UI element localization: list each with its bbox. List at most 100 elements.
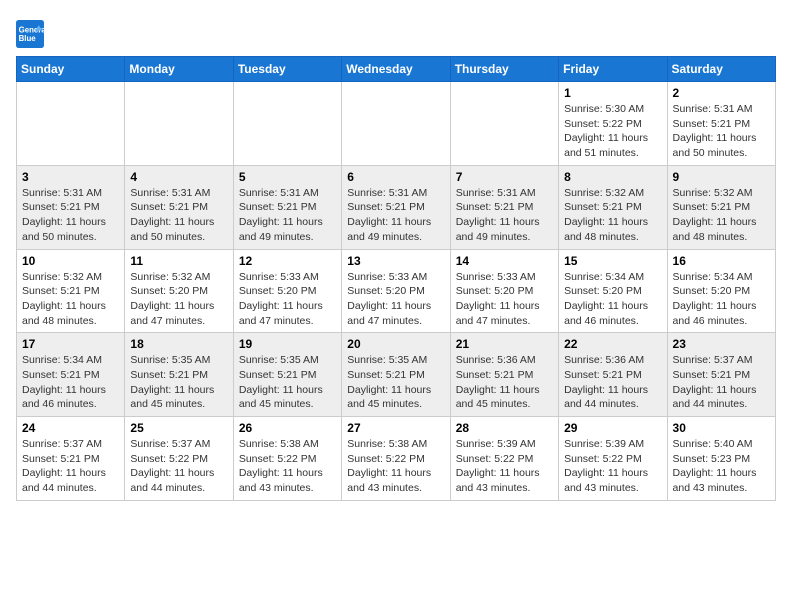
day-number: 12: [239, 254, 336, 268]
day-info: Sunrise: 5:31 AM Sunset: 5:21 PM Dayligh…: [456, 186, 553, 245]
calendar-cell: 2 Sunrise: 5:31 AM Sunset: 5:21 PM Daylig…: [667, 82, 775, 166]
column-header-saturday: Saturday: [667, 57, 775, 82]
calendar-cell: 1 Sunrise: 5:30 AM Sunset: 5:22 PM Daylig…: [559, 82, 667, 166]
day-number: 9: [673, 170, 770, 184]
calendar-cell: 7 Sunrise: 5:31 AM Sunset: 5:21 PM Daylig…: [450, 165, 558, 249]
day-number: 25: [130, 421, 227, 435]
day-info: Sunrise: 5:30 AM Sunset: 5:22 PM Dayligh…: [564, 102, 661, 161]
day-number: 22: [564, 337, 661, 351]
day-info: Sunrise: 5:38 AM Sunset: 5:22 PM Dayligh…: [347, 437, 444, 496]
day-info: Sunrise: 5:33 AM Sunset: 5:20 PM Dayligh…: [239, 270, 336, 329]
day-number: 23: [673, 337, 770, 351]
day-info: Sunrise: 5:38 AM Sunset: 5:22 PM Dayligh…: [239, 437, 336, 496]
calendar-cell: 25 Sunrise: 5:37 AM Sunset: 5:22 PM Dayli…: [125, 417, 233, 501]
day-info: Sunrise: 5:39 AM Sunset: 5:22 PM Dayligh…: [564, 437, 661, 496]
calendar-cell: 21 Sunrise: 5:36 AM Sunset: 5:21 PM Dayli…: [450, 333, 558, 417]
calendar-cell: 8Sunrise: 5:32 AM Sunset: 5:21 PM Daylig…: [559, 165, 667, 249]
day-number: 24: [22, 421, 119, 435]
calendar-cell: 22 Sunrise: 5:36 AM Sunset: 5:21 PM Dayli…: [559, 333, 667, 417]
calendar-cell: 26Sunrise: 5:38 AM Sunset: 5:22 PM Dayli…: [233, 417, 341, 501]
calendar-week-row: 17Sunrise: 5:34 AM Sunset: 5:21 PM Dayli…: [17, 333, 776, 417]
day-number: 7: [456, 170, 553, 184]
calendar-cell: 23 Sunrise: 5:37 AM Sunset: 5:21 PM Dayli…: [667, 333, 775, 417]
calendar-cell: 15 Sunrise: 5:34 AM Sunset: 5:20 PM Dayli…: [559, 249, 667, 333]
calendar-week-row: 24Sunrise: 5:37 AM Sunset: 5:21 PM Dayli…: [17, 417, 776, 501]
day-number: 14: [456, 254, 553, 268]
day-number: 3: [22, 170, 119, 184]
day-number: 28: [456, 421, 553, 435]
day-info: Sunrise: 5:35 AM Sunset: 5:21 PM Dayligh…: [347, 353, 444, 412]
calendar-cell: 19Sunrise: 5:35 AM Sunset: 5:21 PM Dayli…: [233, 333, 341, 417]
day-info: Sunrise: 5:32 AM Sunset: 5:21 PM Dayligh…: [22, 270, 119, 329]
calendar-cell: 17Sunrise: 5:34 AM Sunset: 5:21 PM Dayli…: [17, 333, 125, 417]
day-number: 15: [564, 254, 661, 268]
column-header-thursday: Thursday: [450, 57, 558, 82]
day-info: Sunrise: 5:39 AM Sunset: 5:22 PM Dayligh…: [456, 437, 553, 496]
calendar-cell: 12 Sunrise: 5:33 AM Sunset: 5:20 PM Dayli…: [233, 249, 341, 333]
day-info: Sunrise: 5:31 AM Sunset: 5:21 PM Dayligh…: [239, 186, 336, 245]
column-header-friday: Friday: [559, 57, 667, 82]
day-info: Sunrise: 5:36 AM Sunset: 5:21 PM Dayligh…: [564, 353, 661, 412]
calendar-table: SundayMondayTuesdayWednesdayThursdayFrid…: [16, 56, 776, 501]
day-info: Sunrise: 5:31 AM Sunset: 5:21 PM Dayligh…: [673, 102, 770, 161]
day-number: 5: [239, 170, 336, 184]
day-info: Sunrise: 5:33 AM Sunset: 5:20 PM Dayligh…: [456, 270, 553, 329]
day-info: Sunrise: 5:37 AM Sunset: 5:22 PM Dayligh…: [130, 437, 227, 496]
day-info: Sunrise: 5:33 AM Sunset: 5:20 PM Dayligh…: [347, 270, 444, 329]
day-info: Sunrise: 5:40 AM Sunset: 5:23 PM Dayligh…: [673, 437, 770, 496]
day-number: 29: [564, 421, 661, 435]
day-number: 2: [673, 86, 770, 100]
calendar-cell: 3 Sunrise: 5:31 AM Sunset: 5:21 PM Daylig…: [17, 165, 125, 249]
calendar-cell: 5 Sunrise: 5:31 AM Sunset: 5:21 PM Daylig…: [233, 165, 341, 249]
calendar-cell: [125, 82, 233, 166]
calendar-cell: [450, 82, 558, 166]
calendar-header-row: SundayMondayTuesdayWednesdayThursdayFrid…: [17, 57, 776, 82]
day-info: Sunrise: 5:37 AM Sunset: 5:21 PM Dayligh…: [673, 353, 770, 412]
svg-text:Blue: Blue: [19, 34, 37, 43]
day-info: Sunrise: 5:32 AM Sunset: 5:21 PM Dayligh…: [564, 186, 661, 245]
calendar-cell: 16Sunrise: 5:34 AM Sunset: 5:20 PM Dayli…: [667, 249, 775, 333]
day-number: 19: [239, 337, 336, 351]
day-number: 27: [347, 421, 444, 435]
calendar-cell: 10 Sunrise: 5:32 AM Sunset: 5:21 PM Dayli…: [17, 249, 125, 333]
column-header-sunday: Sunday: [17, 57, 125, 82]
day-number: 21: [456, 337, 553, 351]
column-header-wednesday: Wednesday: [342, 57, 450, 82]
day-info: Sunrise: 5:32 AM Sunset: 5:21 PM Dayligh…: [673, 186, 770, 245]
day-info: Sunrise: 5:34 AM Sunset: 5:20 PM Dayligh…: [673, 270, 770, 329]
column-header-tuesday: Tuesday: [233, 57, 341, 82]
calendar-week-row: 1 Sunrise: 5:30 AM Sunset: 5:22 PM Daylig…: [17, 82, 776, 166]
calendar-cell: 18 Sunrise: 5:35 AM Sunset: 5:21 PM Dayli…: [125, 333, 233, 417]
calendar-cell: 9 Sunrise: 5:32 AM Sunset: 5:21 PM Daylig…: [667, 165, 775, 249]
calendar-cell: [233, 82, 341, 166]
day-number: 1: [564, 86, 661, 100]
day-number: 11: [130, 254, 227, 268]
day-number: 30: [673, 421, 770, 435]
calendar-cell: 30 Sunrise: 5:40 AM Sunset: 5:23 PM Dayli…: [667, 417, 775, 501]
day-number: 10: [22, 254, 119, 268]
day-info: Sunrise: 5:36 AM Sunset: 5:21 PM Dayligh…: [456, 353, 553, 412]
day-number: 6: [347, 170, 444, 184]
calendar-cell: 28 Sunrise: 5:39 AM Sunset: 5:22 PM Dayli…: [450, 417, 558, 501]
calendar-cell: 11Sunrise: 5:32 AM Sunset: 5:20 PM Dayli…: [125, 249, 233, 333]
calendar-week-row: 10 Sunrise: 5:32 AM Sunset: 5:21 PM Dayli…: [17, 249, 776, 333]
calendar-cell: 24Sunrise: 5:37 AM Sunset: 5:21 PM Dayli…: [17, 417, 125, 501]
calendar-week-row: 3 Sunrise: 5:31 AM Sunset: 5:21 PM Daylig…: [17, 165, 776, 249]
calendar-cell: 4 Sunrise: 5:31 AM Sunset: 5:21 PM Daylig…: [125, 165, 233, 249]
day-info: Sunrise: 5:34 AM Sunset: 5:20 PM Dayligh…: [564, 270, 661, 329]
day-info: Sunrise: 5:31 AM Sunset: 5:21 PM Dayligh…: [130, 186, 227, 245]
day-number: 17: [22, 337, 119, 351]
day-number: 18: [130, 337, 227, 351]
logo-icon: General Blue: [16, 20, 44, 48]
day-number: 4: [130, 170, 227, 184]
day-info: Sunrise: 5:35 AM Sunset: 5:21 PM Dayligh…: [130, 353, 227, 412]
logo: General Blue: [16, 20, 46, 48]
calendar-cell: 14 Sunrise: 5:33 AM Sunset: 5:20 PM Dayli…: [450, 249, 558, 333]
calendar-cell: 27 Sunrise: 5:38 AM Sunset: 5:22 PM Dayli…: [342, 417, 450, 501]
calendar-cell: 29 Sunrise: 5:39 AM Sunset: 5:22 PM Dayli…: [559, 417, 667, 501]
calendar-cell: 20 Sunrise: 5:35 AM Sunset: 5:21 PM Dayli…: [342, 333, 450, 417]
column-header-monday: Monday: [125, 57, 233, 82]
day-number: 13: [347, 254, 444, 268]
day-info: Sunrise: 5:31 AM Sunset: 5:21 PM Dayligh…: [22, 186, 119, 245]
day-number: 20: [347, 337, 444, 351]
